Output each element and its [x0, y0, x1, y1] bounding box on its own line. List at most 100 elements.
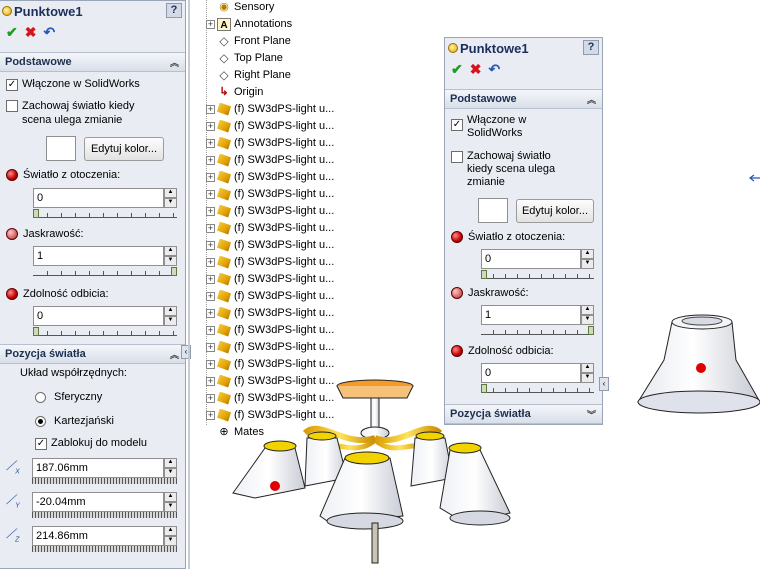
cancel-button[interactable]: ✖: [25, 24, 37, 41]
undo-button[interactable]: ↶: [488, 61, 500, 78]
spherical-radio[interactable]: [35, 391, 46, 403]
tree-item[interactable]: + (f) SW3dPS-light u...: [206, 356, 334, 372]
slider-thumb[interactable]: [481, 270, 487, 279]
expand-toggle-icon[interactable]: +: [206, 257, 215, 267]
down-arrow-icon[interactable]: ▼: [164, 536, 177, 546]
expand-toggle-icon[interactable]: +: [206, 342, 215, 352]
down-arrow-icon[interactable]: ▼: [581, 315, 594, 325]
color-swatch[interactable]: [478, 198, 508, 223]
up-arrow-icon[interactable]: ▲: [164, 492, 177, 502]
slider-thumb[interactable]: [33, 209, 39, 218]
collapse-icon[interactable]: ︽: [170, 348, 179, 361]
down-arrow-icon[interactable]: ▼: [164, 316, 177, 326]
expand-toggle-icon[interactable]: +: [206, 206, 215, 216]
undo-button[interactable]: ↶: [43, 24, 55, 41]
down-arrow-icon[interactable]: ▼: [164, 468, 177, 478]
expand-toggle-icon[interactable]: +: [206, 393, 215, 403]
ambient-slider[interactable]: [481, 269, 594, 279]
ambient-spin-arrows[interactable]: ▲ ▼: [164, 188, 177, 208]
tree-item[interactable]: + (f) SW3dPS-light u...: [206, 322, 334, 338]
expand-toggle-icon[interactable]: +: [206, 19, 215, 29]
z-thumbwheel[interactable]: [32, 546, 177, 552]
slider-thumb[interactable]: [171, 267, 177, 276]
light-direction-arrow[interactable]: [748, 173, 760, 183]
lock-checkbox[interactable]: ✓: [35, 438, 47, 450]
expand-toggle-icon[interactable]: +: [206, 189, 215, 199]
up-arrow-icon[interactable]: ▲: [164, 306, 177, 316]
y-spin-arrows[interactable]: ▲ ▼: [164, 492, 177, 512]
expand-toggle-icon[interactable]: +: [206, 172, 215, 182]
down-arrow-icon[interactable]: ▼: [164, 198, 177, 208]
expand-toggle-icon[interactable]: +: [206, 376, 215, 386]
collapse-icon[interactable]: ︽: [170, 56, 179, 69]
z-spin-arrows[interactable]: ▲ ▼: [164, 526, 177, 546]
tree-item[interactable]: + (f) SW3dPS-light u...: [206, 220, 334, 236]
expand-toggle-icon[interactable]: +: [206, 155, 215, 165]
tree-item[interactable]: + (f) SW3dPS-light u...: [206, 135, 334, 151]
tree-item[interactable]: + (f) SW3dPS-light u...: [206, 186, 334, 202]
tree-item[interactable]: + (f) SW3dPS-light u...: [206, 339, 334, 355]
tree-item[interactable]: ◇ Right Plane: [206, 67, 291, 83]
slider-thumb[interactable]: [481, 384, 487, 393]
tree-item[interactable]: + (f) SW3dPS-light u...: [206, 288, 334, 304]
ok-button[interactable]: ✔: [6, 24, 18, 41]
specular-spin-arrows[interactable]: ▲ ▼: [164, 306, 177, 326]
up-arrow-icon[interactable]: ▲: [581, 249, 594, 259]
specular-input[interactable]: 0: [33, 306, 164, 326]
expand-toggle-icon[interactable]: +: [206, 291, 215, 301]
slider-thumb[interactable]: [588, 326, 594, 335]
x-spin-arrows[interactable]: ▲ ▼: [164, 458, 177, 478]
tree-item[interactable]: + (f) SW3dPS-light u...: [206, 152, 334, 168]
tree-item[interactable]: + (f) SW3dPS-light u...: [206, 169, 334, 185]
tree-item[interactable]: + (f) SW3dPS-light u...: [206, 237, 334, 253]
tree-item[interactable]: ↳ Origin: [206, 84, 263, 100]
specular-spin-arrows[interactable]: ▲ ▼: [581, 363, 594, 383]
down-arrow-icon[interactable]: ▼: [581, 373, 594, 383]
up-arrow-icon[interactable]: ▲: [581, 363, 594, 373]
brightness-spin-arrows[interactable]: ▲ ▼: [164, 246, 177, 266]
position-group-header[interactable]: Pozycja światła ︽: [0, 344, 185, 364]
y-thumbwheel[interactable]: [32, 512, 177, 518]
cartesian-radio[interactable]: [35, 415, 46, 427]
slider-thumb[interactable]: [33, 327, 39, 336]
tree-item[interactable]: + A Annotations: [206, 16, 292, 32]
ok-button[interactable]: ✔: [451, 61, 463, 78]
brightness-slider[interactable]: [481, 325, 594, 335]
tree-item[interactable]: ◇ Front Plane: [206, 33, 291, 49]
x-thumbwheel[interactable]: [32, 478, 177, 484]
specular-slider[interactable]: [33, 326, 177, 336]
keep-light-checkbox[interactable]: [6, 100, 18, 112]
expand-toggle-icon[interactable]: +: [206, 240, 215, 250]
ambient-spin-arrows[interactable]: ▲ ▼: [581, 249, 594, 269]
expand-toggle-icon[interactable]: +: [206, 325, 215, 335]
basic-group-header[interactable]: Podstawowe ︽: [0, 52, 185, 72]
brightness-input[interactable]: 1: [33, 246, 164, 266]
enabled-checkbox[interactable]: ✓: [6, 79, 18, 91]
down-arrow-icon[interactable]: ▼: [581, 259, 594, 269]
specular-slider[interactable]: [481, 383, 594, 393]
position-group-header[interactable]: Pozycja światła ︾: [445, 404, 602, 424]
edit-color-button[interactable]: Edytuj kolor...: [516, 198, 594, 223]
tree-item[interactable]: + (f) SW3dPS-light u...: [206, 305, 334, 321]
help-button[interactable]: ?: [166, 3, 182, 18]
help-button[interactable]: ?: [583, 40, 599, 55]
expand-toggle-icon[interactable]: +: [206, 410, 215, 420]
up-arrow-icon[interactable]: ▲: [581, 305, 594, 315]
expand-toggle-icon[interactable]: +: [206, 308, 215, 318]
down-arrow-icon[interactable]: ▼: [164, 502, 177, 512]
y-input[interactable]: -20.04mm: [32, 492, 164, 512]
tree-item[interactable]: ◇ Top Plane: [206, 50, 283, 66]
up-arrow-icon[interactable]: ▲: [164, 188, 177, 198]
expand-toggle-icon[interactable]: +: [206, 104, 215, 114]
edit-color-button[interactable]: Edytuj kolor...: [84, 136, 164, 161]
cancel-button[interactable]: ✖: [470, 61, 482, 78]
tree-item[interactable]: + (f) SW3dPS-light u...: [206, 118, 334, 134]
ambient-input[interactable]: 0: [481, 249, 581, 269]
expand-toggle-icon[interactable]: +: [206, 359, 215, 369]
ambient-slider[interactable]: [33, 208, 177, 218]
specular-input[interactable]: 0: [481, 363, 581, 383]
lamp-shade-model[interactable]: [632, 310, 760, 420]
tree-item[interactable]: + (f) SW3dPS-light u...: [206, 254, 334, 270]
tree-item[interactable]: + (f) SW3dPS-light u...: [206, 101, 334, 117]
brightness-slider[interactable]: [33, 266, 177, 276]
